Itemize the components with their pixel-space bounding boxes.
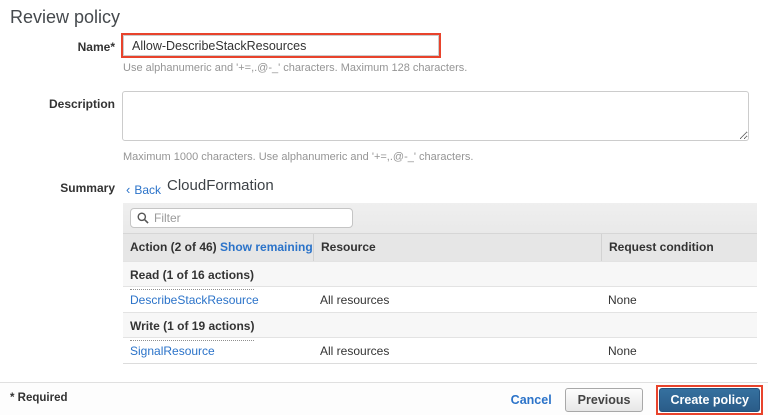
policy-summary-table: Action (2 of 46) Show remaining 44 Resou… [123,203,757,364]
description-textarea[interactable] [122,91,749,141]
show-remaining-link[interactable]: Show remaining 44 [220,240,313,254]
name-label: Name* [0,40,115,54]
resource-value: All resources [320,344,389,358]
table-row: DescribeStackResource All resources None [123,287,757,312]
create-policy-annotation-box: Create policy [656,385,763,415]
chevron-left-icon: ‹ [126,182,130,197]
create-policy-button[interactable]: Create policy [659,388,760,412]
name-help-text: Use alphanumeric and '+=,.@-_' character… [123,62,467,74]
request-condition-value: None [608,344,637,358]
filter-input[interactable] [154,211,346,225]
description-help-text: Maximum 1000 characters. Use alphanumeri… [123,151,473,163]
table-row: SignalResource All resources None [123,338,757,363]
filter-box[interactable] [130,208,353,228]
summary-label: Summary [0,181,115,195]
action-link-describe-stack-resource[interactable]: DescribeStackResource [130,293,259,307]
request-condition-value: None [608,293,637,307]
footer-bar: * Required Cancel Previous Create policy [0,382,768,415]
column-header-request-condition: Request condition [601,234,757,261]
name-input[interactable] [123,35,439,56]
group-header-read: Read (1 of 16 actions) [123,261,757,287]
previous-button[interactable]: Previous [565,388,644,412]
column-header-resource: Resource [313,234,601,261]
search-icon [137,212,149,224]
resource-header-label: Resource [321,234,376,261]
back-link-label: Back [134,183,161,197]
service-name: CloudFormation [167,177,274,194]
group-header-write-label: Write (1 of 19 actions) [130,313,254,341]
cancel-link[interactable]: Cancel [511,393,552,407]
description-label: Description [0,97,115,111]
required-note: * Required [10,392,68,404]
table-header-row: Action (2 of 46) Show remaining 44 Resou… [123,233,757,261]
group-header-read-label: Read (1 of 16 actions) [130,262,254,290]
filter-band [123,203,757,233]
column-header-action: Action (2 of 46) Show remaining 44 [123,234,313,261]
group-header-write: Write (1 of 19 actions) [123,312,757,338]
action-count-label: Action (2 of 46) [130,240,217,254]
resource-value: All resources [320,293,389,307]
page-title: Review policy [10,7,120,28]
action-link-signal-resource[interactable]: SignalResource [130,344,215,358]
footer-actions: Cancel Previous Create policy [511,383,763,416]
name-field-annotation-box [121,33,441,58]
back-link[interactable]: ‹ Back [126,182,161,197]
request-condition-header-label: Request condition [609,234,714,261]
